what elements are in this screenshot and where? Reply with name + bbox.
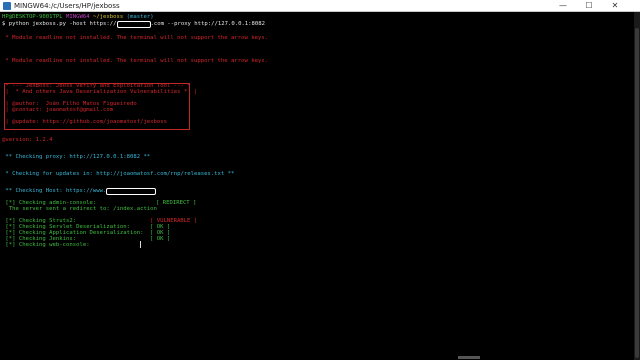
prompt-env: MINGW64: [66, 14, 90, 20]
jenkins-status: [ OK ]: [150, 236, 171, 242]
command-suffix: .com --proxy http://127.0.0.1:8082: [150, 21, 266, 27]
terminal-scrollbar[interactable]: [634, 12, 640, 360]
window-titlebar: MINGW64:/c/Users/HP/jexboss — ☐ ✕: [0, 0, 640, 12]
redirect-message: The server sent a redirect to: /index.ac…: [2, 206, 157, 212]
redacted-host-2: [106, 188, 157, 195]
scrollbar-thumb[interactable]: [635, 28, 639, 358]
mingw-app-icon: [3, 2, 11, 10]
readline-warning: * Module readline not installed. The ter…: [2, 35, 269, 41]
taskbar-hint: [458, 356, 480, 359]
checking-proxy: ** Checking proxy: http://127.0.0.1:8082…: [2, 154, 151, 160]
banner-subtitle: | * And others Java Deserialization Vuln…: [2, 89, 198, 95]
redacted-host: [116, 21, 151, 28]
check-web-console: [*] Checking web-console:: [2, 242, 90, 248]
admin-console-status: [ REDIRECT ]: [156, 200, 197, 206]
close-button[interactable]: ✕: [604, 0, 626, 12]
banner-update: | @update: https://github.com/joaomatosf…: [2, 119, 168, 125]
prompt-line: HP@DESKTOP-9001TPL MINGW64 ~/jexboss (ma…: [2, 14, 154, 21]
minimize-button[interactable]: —: [552, 0, 574, 12]
checking-host: ** Checking Host: https://www.: [2, 188, 157, 195]
prompt-branch: (master): [126, 14, 154, 20]
prompt-path: ~/jexboss: [92, 14, 124, 20]
text-cursor: [140, 241, 141, 248]
maximize-button[interactable]: ☐: [578, 0, 600, 12]
banner-contact: | @contact: joaomatosf@gmail.com: [2, 107, 114, 113]
window-title: MINGW64:/c/Users/HP/jexboss: [14, 2, 120, 10]
checking-host-text: ** Checking Host: https://www.: [2, 188, 107, 194]
readline-warning-2: * Module readline not installed. The ter…: [2, 58, 269, 64]
checking-updates: * Checking for updates in: http://joaoma…: [2, 171, 235, 177]
version-line: @version: 1.2.4: [2, 137, 53, 143]
command-prefix: $ python jexboss.py -host https://: [2, 21, 117, 27]
command-line: $ python jexboss.py -host https:// .com -…: [2, 21, 265, 28]
prompt-user: HP@DESKTOP-9001TPL: [2, 14, 63, 20]
